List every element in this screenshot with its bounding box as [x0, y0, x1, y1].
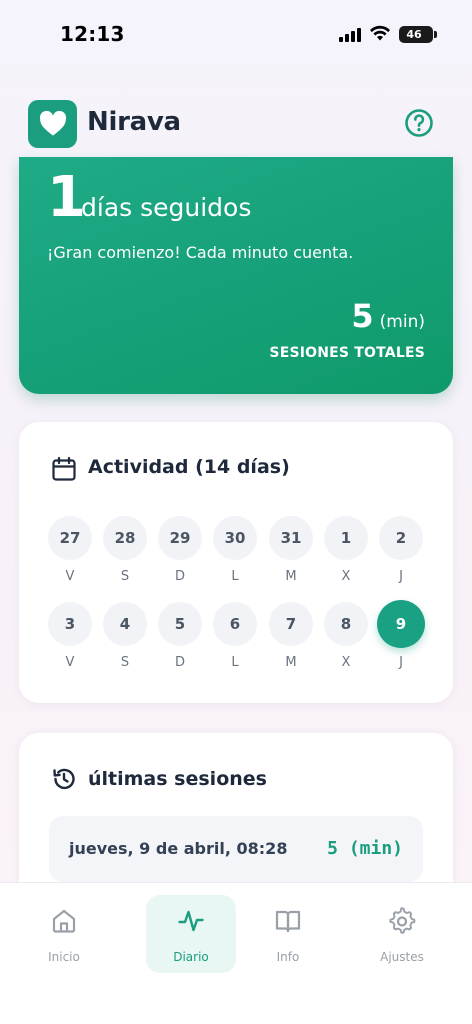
day-cell-today[interactable]: 9 [377, 600, 425, 648]
battery-icon: 46 [399, 26, 433, 43]
day-letter: J [399, 569, 403, 584]
day-letter: S [120, 569, 130, 584]
day-cell[interactable]: 4 [103, 602, 147, 646]
activity-icon [178, 910, 204, 932]
day-letter: X [341, 569, 351, 584]
cellular-signal-icon [339, 28, 361, 42]
activity-card: Actividad (14 días) 27 V 28 S 29 D 30 L 31 M 1 X 2 J 3… [19, 422, 453, 703]
total-sessions: 5 (min) [351, 297, 425, 335]
heart-icon [28, 100, 77, 148]
day-cell[interactable]: 30 [213, 516, 257, 560]
day-cell[interactable]: 3 [48, 602, 92, 646]
nav-ajustes[interactable]: Ajustes [357, 895, 447, 973]
battery-tip [434, 31, 437, 38]
calendar-icon [52, 456, 76, 481]
help-circle-icon[interactable] [404, 108, 434, 138]
nav-label-info: Info [276, 950, 300, 964]
nav-label-diario: Diario [173, 950, 209, 964]
day-cell[interactable]: 29 [158, 516, 202, 560]
session-duration: 5 (min) [327, 838, 403, 859]
nav-label-inicio: Inicio [48, 950, 80, 964]
day-letter: L [231, 655, 239, 670]
total-value: 5 [351, 297, 374, 335]
nav-info[interactable]: Info [243, 895, 333, 973]
day-cell[interactable]: 2 [379, 516, 423, 560]
sessions-title: últimas sesiones [88, 768, 267, 790]
day-cell[interactable]: 7 [269, 602, 313, 646]
day-letter: D [174, 569, 185, 584]
total-label: SESIONES TOTALES [269, 345, 425, 361]
bottom-nav: Inicio Diario Info Ajustes [0, 882, 472, 1024]
day-letter: M [285, 655, 297, 670]
wifi-icon [370, 25, 390, 41]
session-row[interactable]: jueves, 9 de abril, 08:28 5 (min) [49, 816, 423, 882]
day-cell[interactable]: 27 [48, 516, 92, 560]
day-letter: X [341, 655, 351, 670]
session-date: jueves, 9 de abril, 08:28 [69, 839, 288, 858]
activity-title: Actividad (14 días) [88, 456, 290, 478]
day-letter: V [65, 655, 75, 670]
day-cell[interactable]: 28 [103, 516, 147, 560]
day-letter: S [120, 655, 130, 670]
home-icon [52, 909, 76, 933]
book-icon [275, 910, 301, 933]
day-letter: M [285, 569, 297, 584]
streak-message: ¡Gran comienzo! Cada minuto cuenta. [47, 243, 354, 262]
app-header: Nirava [28, 98, 444, 150]
history-icon [53, 768, 75, 790]
day-letter: D [174, 655, 185, 670]
streak-unit: días seguidos [81, 193, 252, 222]
app-name: Nirava [87, 107, 181, 137]
streak-card: 1 días seguidos ¡Gran comienzo! Cada min… [19, 157, 453, 394]
status-bar: 12:13 46 [0, 0, 472, 70]
nav-inicio[interactable]: Inicio [19, 895, 109, 973]
total-unit: (min) [379, 312, 425, 332]
day-letter: J [399, 655, 403, 670]
nav-label-ajustes: Ajustes [380, 950, 424, 964]
day-cell[interactable]: 6 [213, 602, 257, 646]
day-cell[interactable]: 1 [324, 516, 368, 560]
day-cell[interactable]: 5 [158, 602, 202, 646]
day-cell[interactable]: 8 [324, 602, 368, 646]
day-letter: V [65, 569, 75, 584]
battery-level: 46 [406, 28, 422, 41]
day-cell[interactable]: 31 [269, 516, 313, 560]
gear-icon [389, 907, 416, 934]
day-letter: L [231, 569, 239, 584]
nav-diario[interactable]: Diario [146, 895, 236, 973]
status-time: 12:13 [60, 22, 125, 46]
